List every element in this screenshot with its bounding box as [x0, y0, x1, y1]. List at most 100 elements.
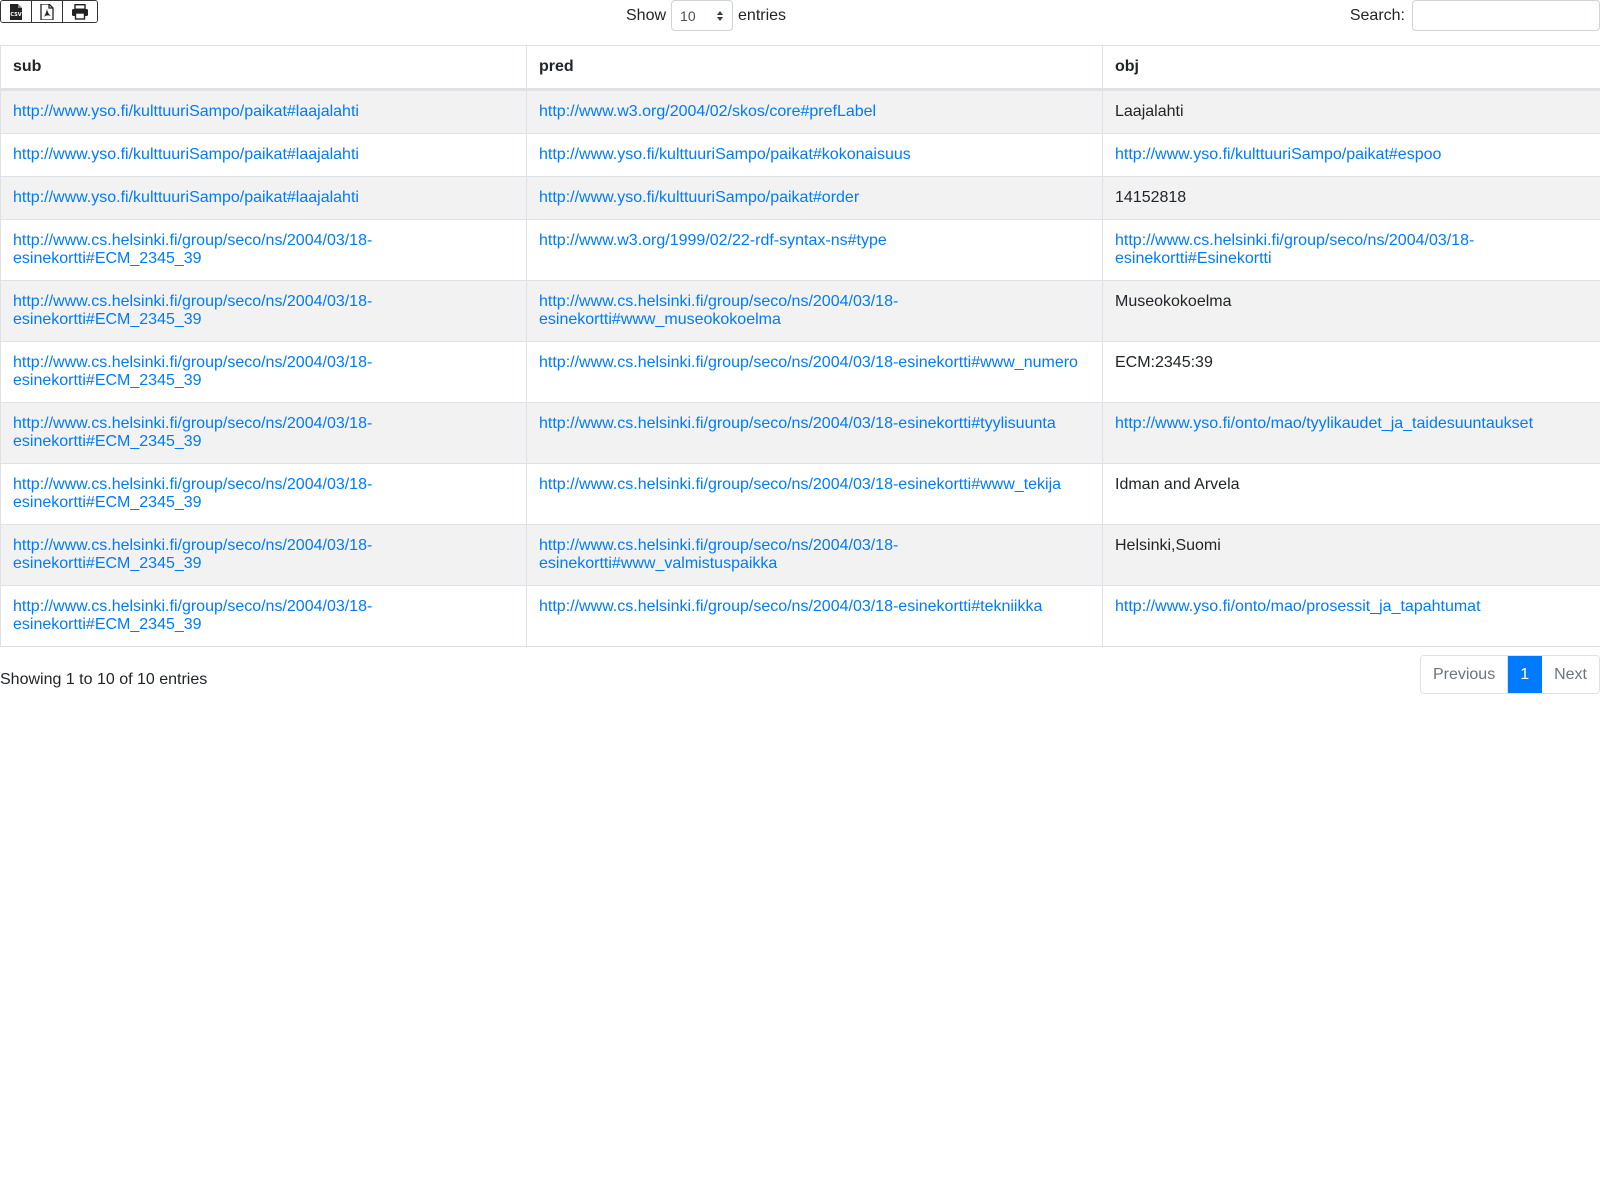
cell-obj: http://www.yso.fi/onto/mao/tyylikaudet_j… — [1102, 402, 1600, 464]
obj-value: Laajalahti — [1115, 103, 1184, 120]
table-body: http://www.yso.fi/kulttuuriSampo/paikat#… — [0, 89, 1600, 647]
obj-value: Idman and Arvela — [1115, 476, 1240, 493]
table-info: Showing 1 to 10 of 10 entries — [0, 671, 208, 688]
table-row: http://www.cs.helsinki.fi/group/seco/ns/… — [0, 585, 1600, 647]
obj-value: 14152818 — [1115, 189, 1187, 206]
cell-obj: Laajalahti — [1102, 89, 1600, 134]
pred-link[interactable]: http://www.cs.helsinki.fi/group/seco/ns/… — [539, 537, 898, 572]
cell-pred: http://www.w3.org/2004/02/skos/core#pref… — [526, 89, 1103, 134]
obj-link[interactable]: http://www.yso.fi/onto/mao/tyylikaudet_j… — [1115, 415, 1533, 432]
sub-link[interactable]: http://www.cs.helsinki.fi/group/seco/ns/… — [13, 476, 372, 511]
cell-sub: http://www.cs.helsinki.fi/group/seco/ns/… — [0, 524, 527, 586]
table-header-row: sub pred obj — [0, 45, 1600, 91]
cell-pred: http://www.yso.fi/kulttuuriSampo/paikat#… — [526, 133, 1103, 177]
pred-link[interactable]: http://www.w3.org/2004/02/skos/core#pref… — [539, 103, 876, 120]
cell-obj: http://www.cs.helsinki.fi/group/seco/ns/… — [1102, 219, 1600, 281]
table-row: http://www.yso.fi/kulttuuriSampo/paikat#… — [0, 133, 1600, 177]
cell-obj: 14152818 — [1102, 176, 1600, 220]
export-pdf-button[interactable] — [32, 1, 63, 22]
print-button[interactable] — [63, 1, 97, 22]
obj-value: ECM:2345:39 — [1115, 354, 1213, 371]
cell-sub: http://www.yso.fi/kulttuuriSampo/paikat#… — [0, 89, 527, 134]
cell-sub: http://www.cs.helsinki.fi/group/seco/ns/… — [0, 463, 527, 525]
entries-label: entries — [738, 6, 787, 24]
page-length-select[interactable]: 10 — [671, 0, 734, 31]
cell-pred: http://www.cs.helsinki.fi/group/seco/ns/… — [526, 463, 1103, 525]
obj-link[interactable]: http://www.yso.fi/kulttuuriSampo/paikat#… — [1115, 146, 1441, 163]
export-button-group: CSV — [0, 0, 98, 23]
cell-pred: http://www.cs.helsinki.fi/group/seco/ns/… — [526, 341, 1103, 403]
search-control: Search: — [1350, 0, 1600, 31]
search-label: Search: — [1349, 6, 1405, 24]
pred-link[interactable]: http://www.cs.helsinki.fi/group/seco/ns/… — [539, 415, 1056, 432]
export-csv-button[interactable]: CSV — [1, 1, 32, 22]
table-row: http://www.cs.helsinki.fi/group/seco/ns/… — [0, 219, 1600, 281]
pred-link[interactable]: http://www.yso.fi/kulttuuriSampo/paikat#… — [539, 189, 859, 206]
cell-pred: http://www.yso.fi/kulttuuriSampo/paikat#… — [526, 176, 1103, 220]
cell-obj: Idman and Arvela — [1102, 463, 1600, 525]
search-input[interactable] — [1412, 0, 1600, 31]
table-row: http://www.cs.helsinki.fi/group/seco/ns/… — [0, 524, 1600, 586]
sub-link[interactable]: http://www.yso.fi/kulttuuriSampo/paikat#… — [13, 146, 359, 163]
column-header-obj[interactable]: obj — [1102, 45, 1600, 91]
obj-link[interactable]: http://www.yso.fi/onto/mao/prosessit_ja_… — [1115, 598, 1481, 615]
pred-link[interactable]: http://www.cs.helsinki.fi/group/seco/ns/… — [539, 598, 1042, 615]
cell-obj: http://www.yso.fi/onto/mao/prosessit_ja_… — [1102, 585, 1600, 647]
cell-obj: Museokokoelma — [1102, 280, 1600, 342]
show-label: Show — [626, 6, 667, 24]
column-header-sub[interactable]: sub — [0, 45, 527, 91]
cell-sub: http://www.cs.helsinki.fi/group/seco/ns/… — [0, 280, 527, 342]
table-row: http://www.cs.helsinki.fi/group/seco/ns/… — [0, 402, 1600, 464]
obj-value: Museokokoelma — [1115, 293, 1232, 310]
cell-pred: http://www.cs.helsinki.fi/group/seco/ns/… — [526, 524, 1103, 586]
sub-link[interactable]: http://www.cs.helsinki.fi/group/seco/ns/… — [13, 354, 372, 389]
table-toolbar: CSV Show 10 entries Search: — [0, 0, 1600, 45]
obj-link[interactable]: http://www.cs.helsinki.fi/group/seco/ns/… — [1115, 232, 1474, 267]
data-table: sub pred obj http://www.yso.fi/kulttuuri… — [0, 45, 1600, 647]
table-row: http://www.cs.helsinki.fi/group/seco/ns/… — [0, 341, 1600, 403]
cell-pred: http://www.cs.helsinki.fi/group/seco/ns/… — [526, 402, 1103, 464]
cell-pred: http://www.cs.helsinki.fi/group/seco/ns/… — [526, 585, 1103, 647]
sub-link[interactable]: http://www.yso.fi/kulttuuriSampo/paikat#… — [13, 103, 359, 120]
column-header-pred[interactable]: pred — [526, 45, 1103, 91]
cell-obj: ECM:2345:39 — [1102, 341, 1600, 403]
pagination: Previous 1 Next — [1419, 655, 1600, 694]
cell-sub: http://www.cs.helsinki.fi/group/seco/ns/… — [0, 341, 527, 403]
cell-sub: http://www.cs.helsinki.fi/group/seco/ns/… — [0, 585, 527, 647]
pred-link[interactable]: http://www.yso.fi/kulttuuriSampo/paikat#… — [539, 146, 911, 163]
sub-link[interactable]: http://www.cs.helsinki.fi/group/seco/ns/… — [13, 537, 372, 572]
cell-obj: http://www.yso.fi/kulttuuriSampo/paikat#… — [1102, 133, 1600, 177]
select-arrows-icon — [717, 10, 724, 21]
pred-link[interactable]: http://www.cs.helsinki.fi/group/seco/ns/… — [539, 476, 1061, 493]
obj-value: Helsinki,Suomi — [1115, 537, 1221, 554]
csv-file-icon: CSV — [10, 3, 22, 20]
table-footer: Showing 1 to 10 of 10 entries Previous 1… — [0, 655, 1600, 703]
pdf-file-icon — [40, 3, 54, 20]
next-page-button[interactable]: Next — [1542, 656, 1599, 693]
cell-sub: http://www.cs.helsinki.fi/group/seco/ns/… — [0, 219, 527, 281]
cell-sub: http://www.yso.fi/kulttuuriSampo/paikat#… — [0, 176, 527, 220]
page-length-control: Show 10 entries — [626, 0, 786, 31]
sub-link[interactable]: http://www.cs.helsinki.fi/group/seco/ns/… — [13, 293, 372, 328]
page-length-value: 10 — [680, 7, 696, 24]
page-1-button[interactable]: 1 — [1508, 656, 1543, 693]
table-row: http://www.cs.helsinki.fi/group/seco/ns/… — [0, 463, 1600, 525]
cell-obj: Helsinki,Suomi — [1102, 524, 1600, 586]
pred-link[interactable]: http://www.w3.org/1999/02/22-rdf-syntax-… — [539, 232, 887, 249]
table-row: http://www.yso.fi/kulttuuriSampo/paikat#… — [0, 89, 1600, 134]
cell-pred: http://www.w3.org/1999/02/22-rdf-syntax-… — [526, 219, 1103, 281]
print-icon — [72, 3, 88, 20]
sub-link[interactable]: http://www.cs.helsinki.fi/group/seco/ns/… — [13, 232, 372, 267]
sub-link[interactable]: http://www.cs.helsinki.fi/group/seco/ns/… — [13, 415, 372, 450]
table-row: http://www.cs.helsinki.fi/group/seco/ns/… — [0, 280, 1600, 342]
previous-page-button[interactable]: Previous — [1420, 656, 1509, 693]
sub-link[interactable]: http://www.cs.helsinki.fi/group/seco/ns/… — [13, 598, 372, 633]
svg-text:CSV: CSV — [10, 12, 21, 18]
table-row: http://www.yso.fi/kulttuuriSampo/paikat#… — [0, 176, 1600, 220]
cell-sub: http://www.yso.fi/kulttuuriSampo/paikat#… — [0, 133, 527, 177]
pred-link[interactable]: http://www.cs.helsinki.fi/group/seco/ns/… — [539, 293, 898, 328]
sub-link[interactable]: http://www.yso.fi/kulttuuriSampo/paikat#… — [13, 189, 359, 206]
cell-sub: http://www.cs.helsinki.fi/group/seco/ns/… — [0, 402, 527, 464]
pred-link[interactable]: http://www.cs.helsinki.fi/group/seco/ns/… — [539, 354, 1078, 371]
cell-pred: http://www.cs.helsinki.fi/group/seco/ns/… — [526, 280, 1103, 342]
